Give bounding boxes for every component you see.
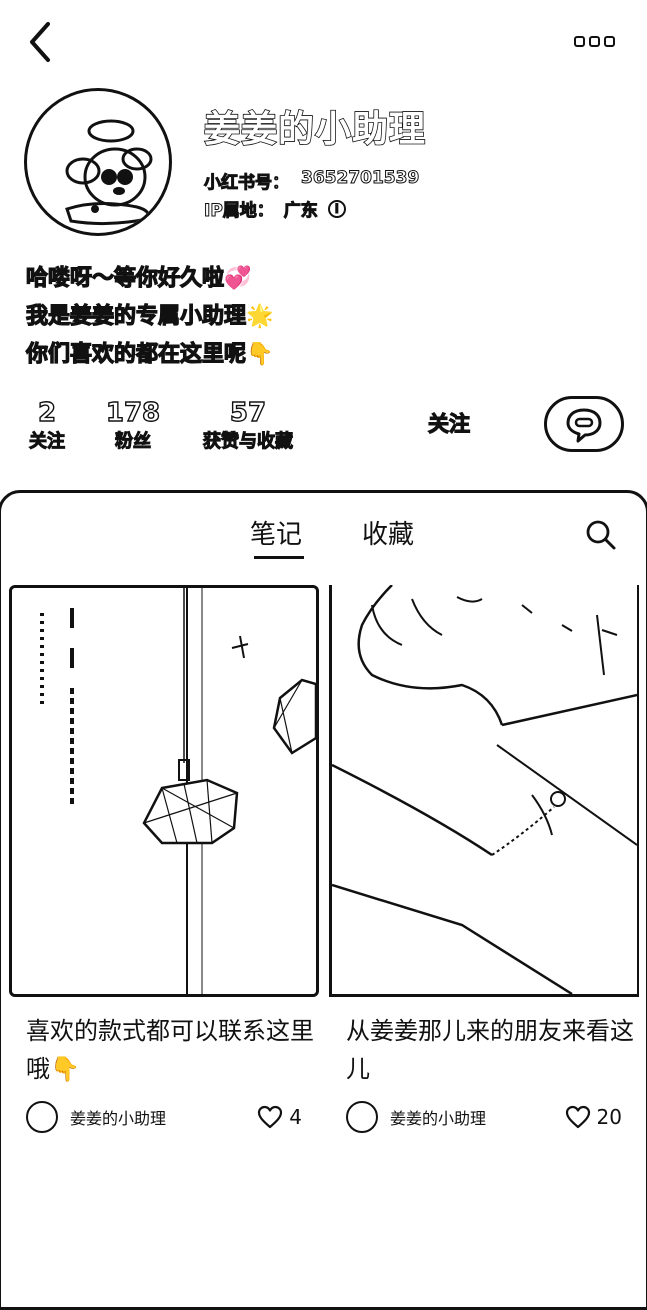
bio-line: 我是姜姜的专属小助理🌟 <box>25 303 274 329</box>
like-count: 4 <box>289 1105 302 1129</box>
author-avatar[interactable] <box>26 1101 58 1133</box>
followers-stat[interactable]: 178 粉丝 <box>104 396 162 454</box>
user-id-label: 小红书号： <box>204 173 290 194</box>
note-footer: 姜姜的小助理 20 <box>346 1100 622 1134</box>
tab-notes[interactable]: 笔记 <box>250 514 302 551</box>
likes-label: 获赞与收藏 <box>203 431 294 453</box>
following-stat[interactable]: 2 关注 <box>22 396 72 454</box>
followers-label: 粉丝 <box>115 431 152 453</box>
note-footer: 姜姜的小助理 4 <box>26 1100 302 1134</box>
more-dot-icon <box>589 35 600 47</box>
likes-stat[interactable]: 57 获赞与收藏 <box>196 396 300 454</box>
author-name[interactable]: 姜姜的小助理 <box>70 1105 257 1129</box>
ip-location-row: IP属地： 广东 i <box>204 196 346 222</box>
note-title[interactable]: 从姜姜那儿来的朋友来看这儿 <box>346 1012 644 1088</box>
follow-button[interactable]: 关注 <box>404 404 494 444</box>
active-tab-indicator <box>254 556 304 559</box>
chat-bubble-icon <box>566 408 602 443</box>
user-id-row: 小红书号： 3652701539 <box>204 168 420 194</box>
ip-label: IP属地： <box>204 201 275 222</box>
like-button[interactable]: 4 <box>257 1105 302 1129</box>
like-count: 20 <box>596 1105 622 1129</box>
user-id-value: 3652701539 <box>300 168 420 189</box>
cartoon-dog-avatar-icon <box>65 119 153 226</box>
followers-count: 178 <box>105 397 161 428</box>
pendant-lamp-image <box>40 588 316 994</box>
info-icon[interactable]: i <box>327 199 346 218</box>
tab-collections[interactable]: 收藏 <box>362 514 414 551</box>
back-button[interactable] <box>22 18 62 66</box>
author-avatar[interactable] <box>346 1101 378 1133</box>
more-options-button[interactable] <box>574 28 624 54</box>
bio-line: 你们喜欢的都在这里呢👇 <box>25 341 274 367</box>
note-title[interactable]: 喜欢的款式都可以联系这里哦👇 <box>26 1012 324 1088</box>
heart-icon <box>565 1105 590 1129</box>
ip-value: 广东 <box>283 201 318 222</box>
search-icon <box>586 520 616 550</box>
more-dot-icon <box>574 35 585 47</box>
chevron-left-icon <box>30 22 50 62</box>
heart-icon <box>258 1105 283 1129</box>
like-button[interactable]: 20 <box>565 1105 622 1129</box>
note-cover-image[interactable] <box>329 585 639 997</box>
bio-line: 哈喽呀～等你好久啦💞 <box>25 265 252 291</box>
profile-name: 姜姜的小助理 <box>203 108 427 151</box>
avatar[interactable] <box>24 88 172 236</box>
search-button[interactable] <box>584 518 618 552</box>
note-cover-image[interactable] <box>9 585 319 997</box>
likes-count: 57 <box>229 397 267 428</box>
message-button[interactable] <box>544 396 624 452</box>
following-label: 关注 <box>29 431 66 453</box>
following-count: 2 <box>37 397 57 428</box>
author-name[interactable]: 姜姜的小助理 <box>390 1105 565 1129</box>
more-dot-icon <box>604 35 615 47</box>
bracelet-hand-image <box>332 585 637 994</box>
